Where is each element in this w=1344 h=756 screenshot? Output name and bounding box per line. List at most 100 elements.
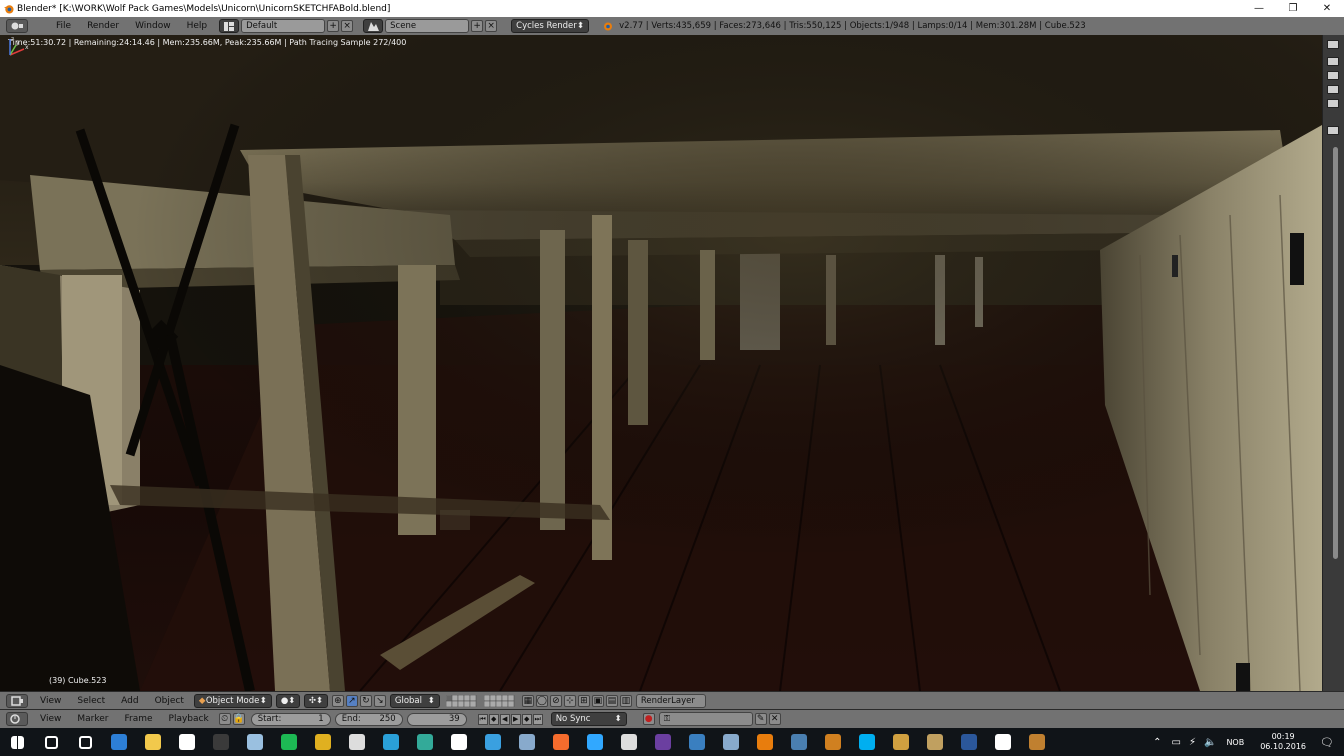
app-icon-3[interactable] — [374, 728, 408, 756]
editor-type-button[interactable] — [6, 19, 28, 33]
jump-keyframe-forward-button[interactable]: ◆ — [521, 713, 532, 725]
manipulator-toggle-button[interactable]: ⊕ — [331, 694, 344, 707]
file-explorer-icon[interactable] — [136, 728, 170, 756]
panel-icon-1[interactable] — [1327, 57, 1339, 66]
mode-dropdown[interactable]: ◆ Object Mode ⬍ — [193, 693, 272, 708]
opengl-render-button[interactable]: ▣ — [591, 694, 604, 707]
preview-range-button[interactable]: ⏲ — [218, 713, 231, 725]
add-layout-button[interactable]: + — [327, 20, 340, 32]
render-layer-field[interactable]: RenderLayer — [635, 693, 706, 708]
tray-expand-icon[interactable]: ⌃ — [1153, 737, 1161, 748]
snap-element-button[interactable]: ⊹ — [563, 694, 576, 707]
minimize-button[interactable]: — — [1242, 0, 1276, 17]
menu-view[interactable]: View — [32, 696, 69, 706]
app-icon-13[interactable] — [1020, 728, 1054, 756]
spotify-icon[interactable] — [272, 728, 306, 756]
maximize-button[interactable]: ❐ — [1276, 0, 1310, 17]
snap-toggle-button[interactable]: ⊘ — [549, 694, 562, 707]
timeline-menu-playback[interactable]: Playback — [161, 714, 217, 724]
3d-editor-type-button[interactable] — [6, 693, 28, 708]
app-icon-4[interactable] — [408, 728, 442, 756]
viewport-shading-dropdown[interactable]: ●⬍ — [275, 693, 300, 708]
app-icon-6[interactable] — [510, 728, 544, 756]
task-view-icon[interactable] — [68, 728, 102, 756]
rotate-manipulator-button[interactable]: ↻ — [359, 694, 372, 707]
panel-icon-5[interactable] — [1327, 126, 1339, 135]
sync-dropdown[interactable]: No Sync ⬍ — [550, 712, 627, 726]
app-icon-11[interactable] — [884, 728, 918, 756]
play-button[interactable]: ▶ — [510, 713, 521, 725]
volume-icon[interactable]: 🔈 — [1204, 737, 1216, 748]
jump-end-button[interactable]: ⏭ — [532, 713, 543, 725]
clock[interactable]: 00:19 06.10.2016 — [1260, 732, 1306, 752]
app-icon-9[interactable] — [714, 728, 748, 756]
steam-icon[interactable] — [782, 728, 816, 756]
menu-file[interactable]: File — [48, 21, 79, 31]
panel-icon-4[interactable] — [1327, 99, 1339, 108]
windows-start-icon[interactable] — [0, 728, 34, 756]
layer-grid-icon-1[interactable] — [445, 694, 480, 707]
store-icon[interactable] — [170, 728, 204, 756]
opengl-anim-button[interactable]: ▤ — [605, 694, 618, 707]
screen-layout-field[interactable]: Default — [241, 19, 326, 33]
screen-layout-browse-button[interactable] — [219, 19, 240, 33]
word-icon[interactable] — [952, 728, 986, 756]
render-layer-icon-button[interactable]: ▥ — [619, 694, 632, 707]
menu-add[interactable]: Add — [113, 696, 146, 706]
app-icon-10[interactable] — [816, 728, 850, 756]
app-icon-8[interactable] — [646, 728, 680, 756]
pivot-dropdown[interactable]: ✣⬍ — [303, 693, 328, 708]
insert-keyframe-button[interactable]: ✎ — [754, 713, 767, 725]
menu-help[interactable]: Help — [179, 21, 216, 31]
delete-keyframe-button[interactable]: ✕ — [768, 713, 781, 725]
network-icon[interactable]: ▭ — [1172, 737, 1181, 748]
translate-manipulator-button[interactable]: ↗ — [345, 694, 358, 707]
photos-icon[interactable] — [986, 728, 1020, 756]
search-icon[interactable] — [34, 728, 68, 756]
current-frame-field[interactable]: 39 — [406, 712, 467, 726]
properties-toggle-icon[interactable] — [1327, 40, 1339, 49]
app-icon-2[interactable] — [238, 728, 272, 756]
timeline-editor-type-button[interactable] — [6, 712, 28, 726]
timeline-menu-view[interactable]: View — [32, 714, 69, 724]
chrome-icon[interactable] — [306, 728, 340, 756]
scale-manipulator-button[interactable]: ↘ — [373, 694, 386, 707]
app-icon-1[interactable] — [204, 728, 238, 756]
end-frame-field[interactable]: End: 250 — [334, 712, 403, 726]
7zip-icon[interactable] — [340, 728, 374, 756]
add-scene-button[interactable]: + — [471, 20, 484, 32]
lock-range-button[interactable]: 🔒 — [232, 713, 245, 725]
menu-render[interactable]: Render — [79, 21, 127, 31]
render-engine-dropdown[interactable]: Cycles Render ⬍ — [511, 19, 590, 33]
panel-icon-2[interactable] — [1327, 71, 1339, 80]
timeline-menu-frame[interactable]: Frame — [116, 714, 160, 724]
blender-icon[interactable] — [748, 728, 782, 756]
orientation-dropdown[interactable]: Global ⬍ — [389, 693, 440, 708]
panel-icon-3[interactable] — [1327, 85, 1339, 94]
app-icon-12[interactable] — [918, 728, 952, 756]
timeline-menu-marker[interactable]: Marker — [69, 714, 116, 724]
wordpress-icon[interactable] — [680, 728, 714, 756]
scene-browse-button[interactable] — [363, 19, 384, 33]
remove-scene-button[interactable]: × — [485, 20, 498, 32]
start-frame-field[interactable]: Start: 1 — [250, 712, 331, 726]
keying-set-field[interactable]: ⚿ — [658, 712, 753, 726]
language-indicator[interactable]: NOB — [1226, 738, 1244, 747]
app-icon-7[interactable] — [612, 728, 646, 756]
proportional-edit-button[interactable]: ◯ — [535, 694, 548, 707]
jump-start-button[interactable]: ⏮ — [477, 713, 488, 725]
3d-viewport[interactable]: Time:51:30.72 | Remaining:24:14.46 | Mem… — [0, 35, 1322, 691]
play-reverse-button[interactable]: ◀ — [499, 713, 510, 725]
edge-icon[interactable] — [102, 728, 136, 756]
layer-buttons[interactable] — [445, 694, 518, 707]
app-icon-5[interactable] — [442, 728, 476, 756]
outliner-scrollbar[interactable] — [1333, 147, 1338, 559]
menu-window[interactable]: Window — [127, 21, 179, 31]
snap-target-button[interactable]: ⊞ — [577, 694, 590, 707]
close-button[interactable]: ✕ — [1310, 0, 1344, 17]
remove-layout-button[interactable]: × — [341, 20, 354, 32]
power-icon[interactable]: ⚡ — [1189, 737, 1196, 748]
origin-icon[interactable] — [544, 728, 578, 756]
photoshop-icon[interactable] — [578, 728, 612, 756]
skype-icon[interactable] — [850, 728, 884, 756]
